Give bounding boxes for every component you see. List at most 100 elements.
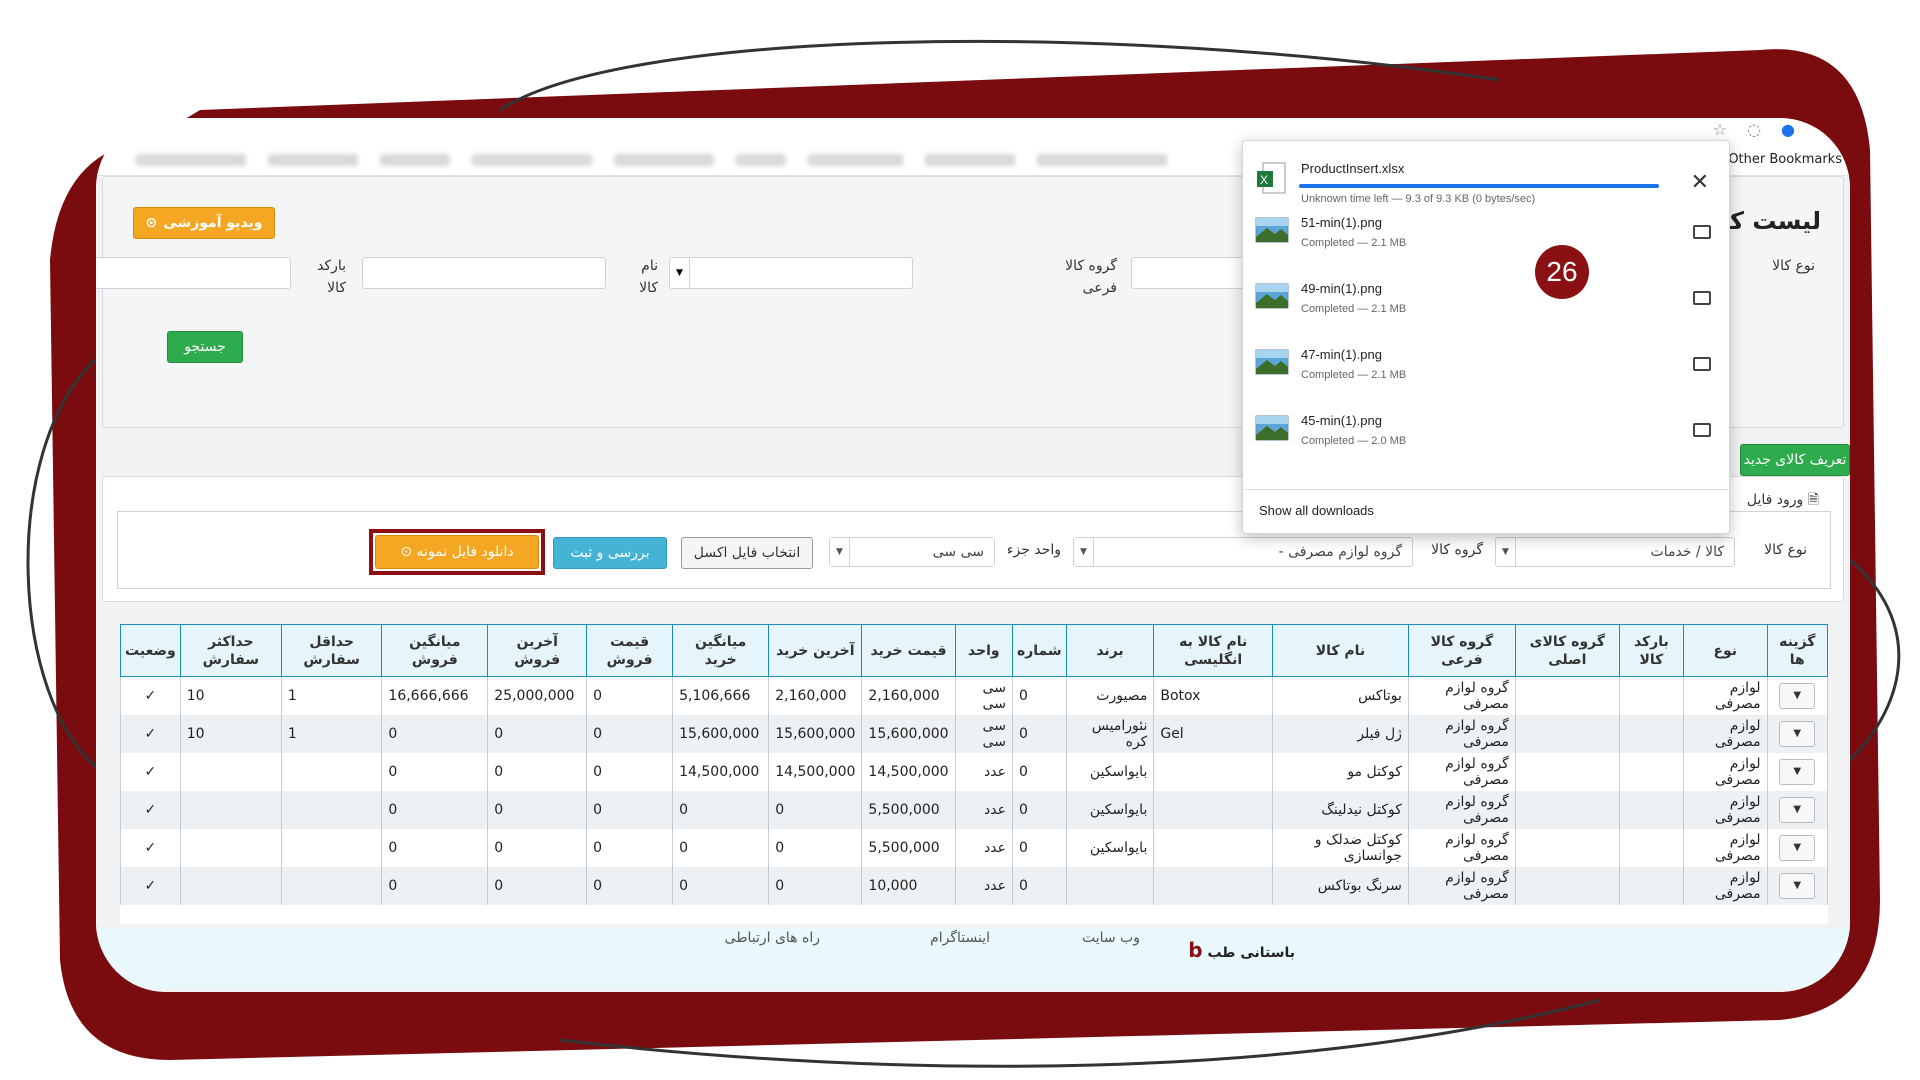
cell-sell-price: 0: [586, 790, 674, 829]
download-status: Completed — 2.1 MB: [1301, 237, 1407, 249]
download-filename: 49-min(1).png: [1301, 281, 1382, 296]
row-options-dropdown[interactable]: ▼: [1779, 834, 1816, 861]
row-options-dropdown[interactable]: ▼: [1779, 682, 1816, 709]
cell-unit: عدد: [954, 828, 1013, 867]
folder-icon[interactable]: [1693, 357, 1711, 371]
cell-status: ✓: [120, 790, 181, 829]
download-item[interactable]: 51-min(1).png Completed — 2.1 MB: [1243, 205, 1729, 271]
cell-max-order: [179, 790, 282, 829]
cell-last-buy: 2,160,000: [768, 676, 863, 715]
show-all-downloads-link[interactable]: Show all downloads: [1259, 503, 1374, 518]
cell-min-order: [280, 790, 383, 829]
cell-name-en: [1153, 866, 1273, 905]
table-header-cell: گروه کالا فرعی: [1407, 624, 1516, 677]
download-item[interactable]: 47-min(1).png Completed — 2.1 MB: [1243, 337, 1729, 403]
footer-website-label: وب سایت: [1081, 930, 1140, 946]
table-header-cell: برند: [1065, 624, 1155, 677]
search-button[interactable]: جستجو: [167, 331, 243, 363]
download-item[interactable]: 45-min(1).png Completed — 2.0 MB: [1243, 403, 1729, 469]
name-input[interactable]: [362, 257, 606, 289]
table-header-cell: آخرین فروش: [487, 624, 588, 677]
cell-main-group: [1514, 714, 1620, 753]
cell-max-order: 10: [179, 676, 282, 715]
cell-type: لوازم مصرفی: [1682, 714, 1768, 753]
row-options-dropdown[interactable]: ▼: [1779, 758, 1816, 785]
download-filename: 51-min(1).png: [1301, 215, 1382, 230]
excel-file-icon: X: [1255, 161, 1291, 197]
bookmark-items: [136, 154, 1167, 166]
import-group-select[interactable]: گروه لوازم مصرفی - ▼: [1073, 537, 1413, 567]
cell-status: ✓: [120, 828, 181, 867]
cell-main-group: [1514, 790, 1620, 829]
row-options-cell: ▼: [1766, 676, 1828, 715]
star-icon[interactable]: ☆: [1713, 120, 1727, 139]
extension-icon[interactable]: ◌: [1747, 120, 1761, 139]
cell-buy-price: 15,600,000: [861, 714, 956, 753]
brand-logo-icon: b: [1188, 938, 1203, 962]
table-header-cell: شماره: [1011, 624, 1067, 677]
cell-main-group: [1514, 866, 1620, 905]
define-product-button[interactable]: تعریف کالای جدید: [1740, 444, 1850, 476]
footer-instagram-label: اینستاگرام: [930, 930, 990, 946]
divider: [1243, 489, 1729, 490]
file-icon: 🗎: [1803, 492, 1819, 508]
import-unit-select[interactable]: سی سی ▼: [829, 537, 995, 567]
row-options-dropdown[interactable]: ▼: [1779, 872, 1816, 899]
cell-unit: سی سی: [954, 714, 1013, 753]
cell-barcode: [1618, 676, 1684, 715]
download-sample-button[interactable]: دانلود فایل نمونه ⊙: [375, 535, 539, 569]
cell-name: کوکتل مو: [1272, 752, 1409, 791]
download-item[interactable]: 49-min(1).png Completed — 2.1 MB: [1243, 271, 1729, 337]
cell-name: ژل فیلر: [1272, 714, 1409, 753]
cell-unit: سی سی: [954, 676, 1013, 715]
choose-excel-button[interactable]: انتخاب فایل اکسل: [681, 537, 813, 569]
cell-avg-sell: 0: [381, 714, 489, 753]
cell-avg-buy: 15,600,000: [672, 714, 770, 753]
cell-name: کوکتل ضدلک و جوانسازی: [1272, 828, 1409, 867]
profile-icon[interactable]: ●: [1781, 120, 1795, 139]
cell-name: بوتاکس: [1272, 676, 1409, 715]
import-type-select[interactable]: کالا / خدمات ▼: [1495, 537, 1735, 567]
cell-last-buy: 14,500,000: [768, 752, 863, 791]
barcode-input[interactable]: [96, 257, 291, 289]
browser-toolbar-icons: ☆ ◌ ●: [1713, 120, 1795, 139]
chevron-down-icon: ▼: [1496, 538, 1516, 566]
cell-barcode: [1618, 866, 1684, 905]
table-header-cell: قیمت خرید: [861, 624, 956, 677]
cell-sub-group: گروه لوازم مصرفی: [1407, 790, 1516, 829]
cell-avg-buy: 5,106,666: [672, 676, 770, 715]
table-header-cell: آخرین خرید: [768, 624, 863, 677]
download-status: Unknown time left — 9.3 of 9.3 KB (0 byt…: [1301, 193, 1536, 205]
import-group-label: گروه کالا: [1431, 542, 1483, 558]
folder-icon[interactable]: [1693, 225, 1711, 239]
sub-group-select[interactable]: ▼: [669, 257, 913, 289]
folder-icon[interactable]: [1693, 423, 1711, 437]
folder-icon[interactable]: [1693, 291, 1711, 305]
table-header-cell: نام کالا به انگلیسی: [1153, 624, 1273, 677]
cell-barcode: [1618, 752, 1684, 791]
barcode-label: بارکد کالا: [317, 258, 346, 296]
cell-last-sell: 0: [487, 790, 588, 829]
cell-avg-buy: 0: [672, 866, 770, 905]
cell-avg-sell: 16,666,666: [381, 676, 489, 715]
cell-main-group: [1514, 752, 1620, 791]
svg-text:X: X: [1260, 173, 1268, 187]
row-options-dropdown[interactable]: ▼: [1779, 796, 1816, 823]
cell-max-order: 10: [179, 714, 282, 753]
cell-last-buy: 15,600,000: [768, 714, 863, 753]
close-icon[interactable]: ✕: [1691, 169, 1709, 195]
table-header-cell: حداقل سفارش: [280, 624, 383, 677]
cell-number: 0: [1011, 676, 1067, 715]
row-options-dropdown[interactable]: ▼: [1779, 720, 1816, 747]
image-file-icon: [1255, 281, 1291, 317]
image-file-icon: [1255, 215, 1291, 251]
cell-min-order: 1: [280, 714, 383, 753]
download-filename: 45-min(1).png: [1301, 413, 1382, 428]
row-options-cell: ▼: [1766, 866, 1828, 905]
name-label: نام کالا: [639, 258, 658, 296]
review-submit-button[interactable]: بررسی و ثبت: [553, 537, 667, 569]
import-section-label: 🗎 ورود فایل: [1746, 492, 1819, 508]
video-tutorial-button[interactable]: ویدیو آموزشی ⊙: [133, 207, 275, 239]
cell-brand: مصیورت: [1065, 676, 1155, 715]
cell-sell-price: 0: [586, 828, 674, 867]
